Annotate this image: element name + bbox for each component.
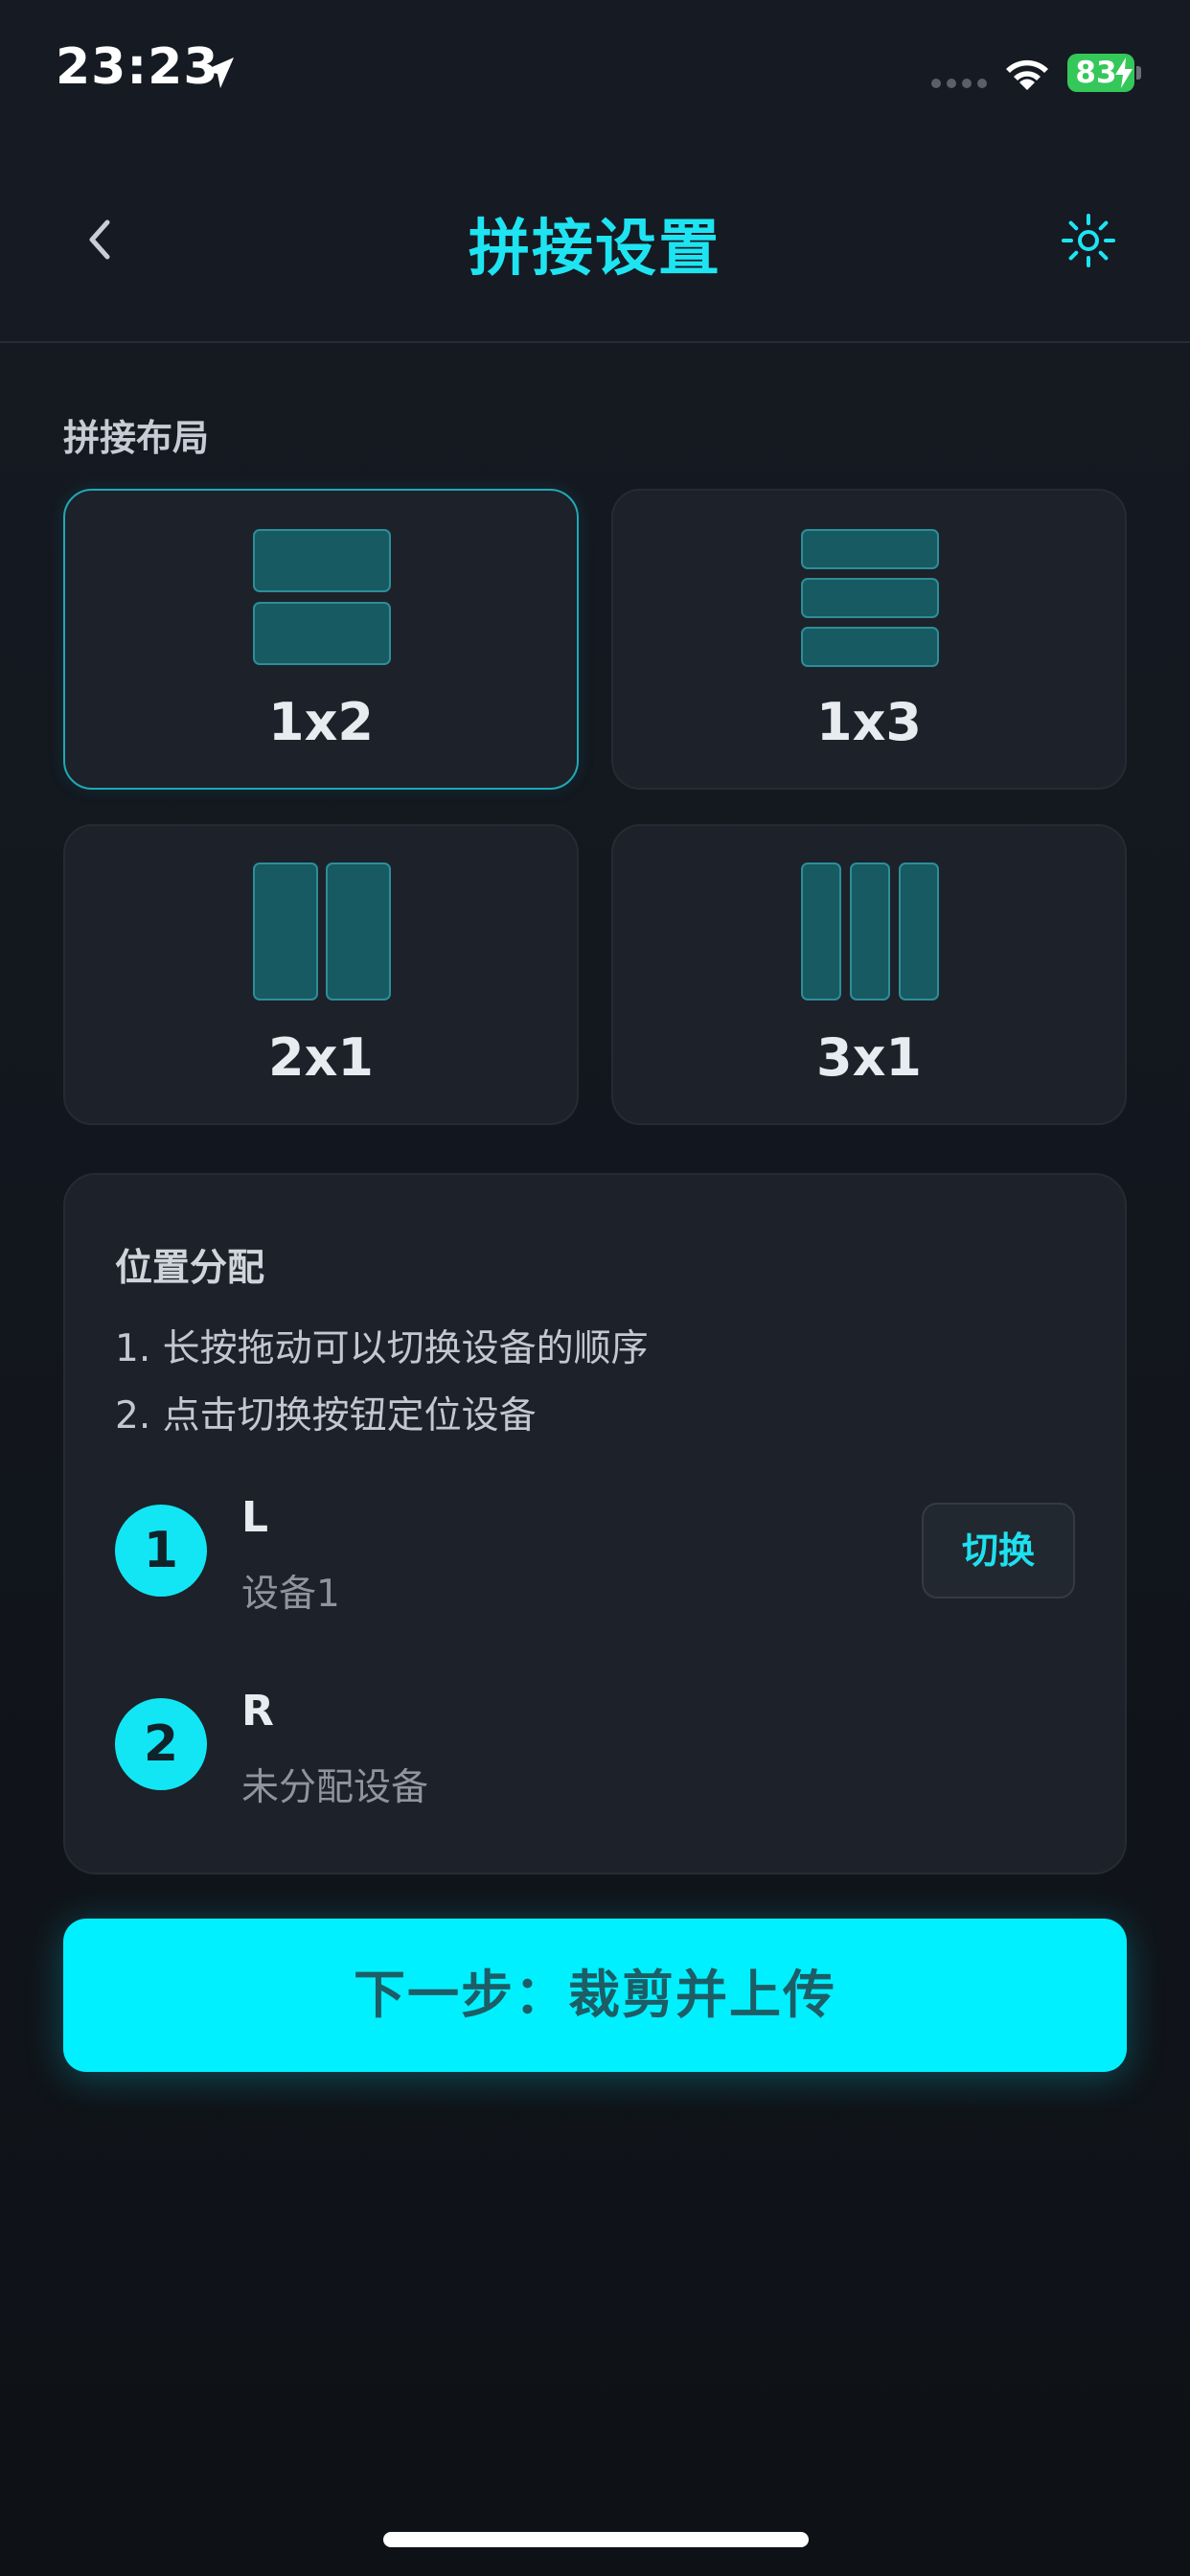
brightness-sun-icon[interactable]: [1058, 210, 1119, 271]
slot-name: R: [241, 1687, 274, 1736]
page-title: 拼接设置: [469, 214, 721, 285]
status-bar: 23:23 83: [0, 0, 1190, 144]
charging-bolt-icon: [1115, 58, 1133, 88]
slot-name: L: [241, 1493, 269, 1542]
home-indicator[interactable]: [383, 2532, 809, 2547]
slot-device: 未分配设备: [241, 1766, 429, 1809]
location-arrow-icon: [203, 58, 234, 88]
slot-device: 设备1: [241, 1573, 340, 1616]
layout-option-label: 1x2: [268, 692, 374, 752]
next-step-button[interactable]: 下一步：裁剪并上传: [63, 1919, 1127, 2072]
position-section-title: 位置分配: [115, 1247, 265, 1290]
layout-option-1x2[interactable]: 1x2: [63, 489, 579, 790]
position-hint: 1. 长按拖动可以切换设备的顺序: [115, 1327, 649, 1370]
layout-option-1x3[interactable]: 1x3: [611, 489, 1127, 790]
position-hint: 2. 点击切换按钮定位设备: [115, 1394, 537, 1438]
slot-number-badge: 1: [115, 1505, 207, 1597]
layout-option-label: 3x1: [816, 1027, 922, 1088]
layout-section-label: 拼接布局: [63, 417, 210, 459]
layout-option-label: 1x3: [816, 692, 922, 752]
layout-option-2x1[interactable]: 2x1: [63, 824, 579, 1125]
app-header: 拼接设置: [0, 144, 1190, 343]
status-time: 23:23: [56, 38, 219, 96]
position-assignment-card: 位置分配 1. 长按拖动可以切换设备的顺序 2. 点击切换按钮定位设备 1 L …: [63, 1173, 1127, 1874]
wifi-icon: [1006, 59, 1048, 90]
layout-option-3x1[interactable]: 3x1: [611, 824, 1127, 1125]
cellular-signal-icon: [931, 79, 987, 88]
switch-button[interactable]: 切换: [922, 1503, 1075, 1598]
layout-option-label: 2x1: [268, 1027, 374, 1088]
slot-number-badge: 2: [115, 1698, 207, 1790]
battery-indicator: 83: [1067, 54, 1141, 92]
